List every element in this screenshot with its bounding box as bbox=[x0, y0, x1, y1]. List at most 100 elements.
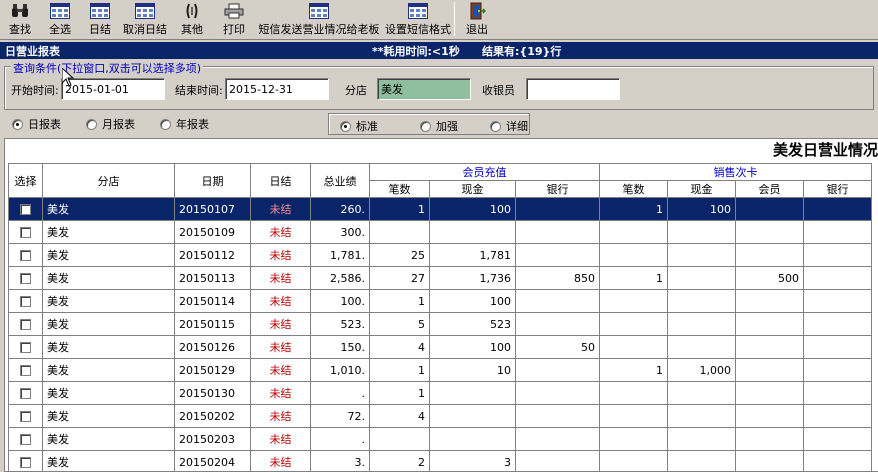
cell-m-count bbox=[369, 220, 430, 244]
table-row[interactable]: 美发 20150114 未结 100. 1 100 bbox=[8, 289, 872, 313]
toolbar-button-3[interactable]: 取消日结 bbox=[120, 0, 170, 38]
cell-s-count: 1 bbox=[599, 266, 668, 290]
column-header-sales-count[interactable]: 笔数 bbox=[599, 180, 668, 198]
column-header-member-count[interactable]: 笔数 bbox=[369, 180, 430, 198]
row-select-checkbox[interactable] bbox=[20, 411, 31, 422]
cell-m-count bbox=[369, 427, 430, 451]
cell-m-cash bbox=[429, 381, 516, 405]
row-select-cell bbox=[8, 289, 43, 313]
start-time-label: 开始时间: bbox=[11, 84, 59, 97]
cell-s-cash: 1,000 bbox=[667, 358, 736, 382]
table-row[interactable]: 美发 20150112 未结 1,781. 25 1,781 bbox=[8, 243, 872, 267]
column-header-sales-bank[interactable]: 银行 bbox=[803, 180, 872, 198]
cell-m-cash: 523 bbox=[429, 312, 516, 336]
cell-s-bank bbox=[803, 381, 872, 405]
printer-icon bbox=[224, 2, 244, 20]
cell-status: 未结 bbox=[250, 289, 311, 313]
cell-m-bank bbox=[515, 404, 600, 428]
cell-s-member bbox=[735, 427, 804, 451]
cell-status: 未结 bbox=[250, 381, 311, 405]
row-select-checkbox[interactable] bbox=[20, 457, 31, 468]
cell-status: 未结 bbox=[250, 358, 311, 382]
radio-mode-standard[interactable]: 标准 bbox=[340, 118, 378, 134]
column-header-member-cash[interactable]: 现金 bbox=[429, 180, 516, 198]
radio-dot-yearly bbox=[160, 118, 171, 130]
toolbar-button-2[interactable]: 日结 bbox=[80, 0, 120, 38]
toolbar-button-4[interactable]: 其他 bbox=[170, 0, 214, 38]
table-row[interactable]: 美发 20150129 未结 1,010. 1 10 1 1,000 bbox=[8, 358, 872, 382]
column-header-select[interactable]: 选择 bbox=[8, 163, 43, 198]
row-select-checkbox[interactable] bbox=[20, 204, 31, 215]
table-row[interactable]: 美发 20150204 未结 3. 2 3 bbox=[8, 450, 872, 471]
column-header-total[interactable]: 总业绩 bbox=[310, 163, 370, 198]
table-row[interactable]: 美发 20150109 未结 300. bbox=[8, 220, 872, 244]
row-select-checkbox[interactable] bbox=[20, 250, 31, 261]
row-select-checkbox[interactable] bbox=[20, 296, 31, 307]
row-select-checkbox[interactable] bbox=[20, 273, 31, 284]
cell-m-cash: 3 bbox=[429, 450, 516, 471]
cell-s-bank bbox=[803, 427, 872, 451]
table-row[interactable]: 美发 20150126 未结 150. 4 100 50 bbox=[8, 335, 872, 359]
cell-m-bank bbox=[515, 220, 600, 244]
toolbar-button-8[interactable]: 退出 bbox=[457, 0, 497, 38]
toolbar-button-6[interactable]: 短信发送营业情况给老板 bbox=[254, 0, 384, 38]
radio-label-daily: 日报表 bbox=[28, 118, 61, 131]
radio-dot-enhanced bbox=[420, 120, 431, 132]
cell-m-count: 4 bbox=[369, 404, 430, 428]
start-time-input[interactable] bbox=[61, 78, 165, 100]
table-row[interactable]: 美发 20150130 未结. 1 bbox=[8, 381, 872, 405]
row-select-checkbox[interactable] bbox=[20, 434, 31, 445]
table-row[interactable]: 美发 20150107 未结 260. 1 100 1 100 bbox=[8, 197, 872, 221]
row-select-checkbox[interactable] bbox=[20, 342, 31, 353]
cell-s-member bbox=[735, 312, 804, 336]
cell-s-member bbox=[735, 450, 804, 471]
row-select-checkbox[interactable] bbox=[20, 388, 31, 399]
toolbar-button-label: 日结 bbox=[89, 23, 111, 36]
report-grid[interactable]: 美发日营业情况 选择 分店 日期 日结 总业绩 会员充值 销售次卡 笔数 现金 … bbox=[4, 138, 878, 472]
cell-s-count: 1 bbox=[599, 197, 668, 221]
row-select-checkbox[interactable] bbox=[20, 227, 31, 238]
cell-branch: 美发 bbox=[42, 427, 175, 451]
toolbar-button-1[interactable]: 全选 bbox=[40, 0, 80, 38]
radio-mode-enhanced[interactable]: 加强 bbox=[420, 118, 458, 134]
toolbar-button-0[interactable]: 查找 bbox=[0, 0, 40, 38]
cell-total: 150. bbox=[310, 335, 370, 359]
end-time-input[interactable] bbox=[225, 78, 329, 100]
table-row[interactable]: 美发 20150115 未结 523. 5 523 bbox=[8, 312, 872, 336]
cell-s-member: 500 bbox=[735, 266, 804, 290]
column-header-settle[interactable]: 日结 bbox=[250, 163, 311, 198]
row-select-checkbox[interactable] bbox=[20, 365, 31, 376]
radio-mode-detailed[interactable]: 详细 bbox=[490, 118, 528, 134]
toolbar-button-7[interactable]: 设置短信格式 bbox=[384, 0, 452, 38]
cell-total: 72. bbox=[310, 404, 370, 428]
radio-monthly-report[interactable]: 月报表 bbox=[86, 116, 135, 132]
table-row[interactable]: 美发 20150113 未结 2,586. 27 1,736 850 1 500 bbox=[8, 266, 872, 290]
table-row[interactable]: 美发 20150202 未结 72. 4 bbox=[8, 404, 872, 428]
column-header-sales-cash[interactable]: 现金 bbox=[667, 180, 736, 198]
cell-s-member bbox=[735, 197, 804, 221]
cashier-input[interactable] bbox=[526, 78, 620, 100]
column-header-branch[interactable]: 分店 bbox=[42, 163, 175, 198]
table-row[interactable]: 美发 20150203 未结. bbox=[8, 427, 872, 451]
column-header-date[interactable]: 日期 bbox=[174, 163, 251, 198]
branch-input[interactable] bbox=[377, 78, 471, 100]
grid-icon bbox=[90, 2, 110, 20]
column-header-sales-member[interactable]: 会员 bbox=[735, 180, 804, 198]
cell-s-count bbox=[599, 381, 668, 405]
cell-total: 3. bbox=[310, 450, 370, 471]
row-select-checkbox[interactable] bbox=[20, 319, 31, 330]
cell-s-count bbox=[599, 243, 668, 267]
cell-s-member bbox=[735, 220, 804, 244]
cell-m-count: 1 bbox=[369, 197, 430, 221]
grid-icon bbox=[309, 2, 329, 20]
cell-branch: 美发 bbox=[42, 335, 175, 359]
toolbar-separator bbox=[454, 2, 455, 36]
toolbar-button-5[interactable]: 打印 bbox=[214, 0, 254, 38]
radio-yearly-report[interactable]: 年报表 bbox=[160, 116, 209, 132]
cell-m-cash: 10 bbox=[429, 358, 516, 382]
cell-s-bank bbox=[803, 243, 872, 267]
radio-daily-report[interactable]: 日报表 bbox=[12, 116, 61, 132]
cell-total: 300. bbox=[310, 220, 370, 244]
report-rows: 美发 20150107 未结 260. 1 100 1 100 美发 20150109 未结 300.… bbox=[8, 197, 872, 471]
column-header-member-bank[interactable]: 银行 bbox=[515, 180, 600, 198]
